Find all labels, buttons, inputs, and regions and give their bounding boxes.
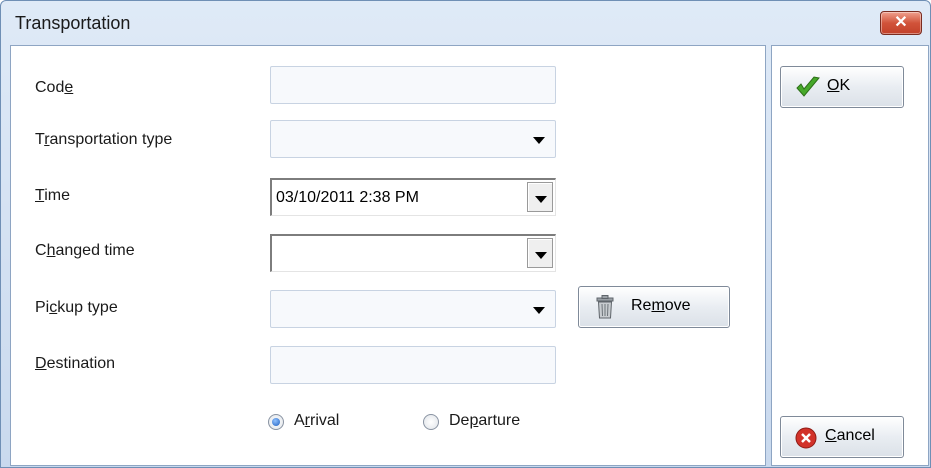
changed-time-dropdown-button[interactable] <box>527 238 553 268</box>
time-value: 03/10/2011 2:38 PM <box>276 189 419 206</box>
chevron-down-icon <box>535 252 547 259</box>
radio-unselected-icon <box>423 414 439 430</box>
cancel-button[interactable]: Cancel <box>780 416 904 458</box>
form-panel: Code Transportation type Time 03/10/2011… <box>10 45 766 466</box>
trash-icon <box>596 295 614 319</box>
chevron-down-icon <box>535 196 547 203</box>
code-label: Code <box>35 79 74 96</box>
transportation-type-label: Transportation type <box>35 131 173 148</box>
destination-label: Destination <box>35 355 116 372</box>
pickup-type-dropdown[interactable] <box>270 290 556 328</box>
destination-input[interactable] <box>270 346 556 384</box>
transportation-dialog: Transportation ✕ Code Transportation typ… <box>0 0 931 468</box>
radio-selected-icon <box>268 414 284 430</box>
departure-label: Departure <box>449 412 521 429</box>
changed-time-picker[interactable] <box>270 234 556 272</box>
window-title: Transportation <box>15 13 131 33</box>
title-bar: Transportation ✕ <box>1 1 930 45</box>
changed-time-label: Changed time <box>35 242 135 259</box>
arrival-label: Arrival <box>294 412 340 429</box>
time-picker[interactable]: 03/10/2011 2:38 PM <box>270 178 556 216</box>
action-panel: OK Cancel <box>771 45 929 466</box>
close-button[interactable]: ✕ <box>880 11 922 35</box>
time-label: Time <box>35 187 70 204</box>
remove-button[interactable]: Remove <box>578 286 730 328</box>
chevron-down-icon <box>533 307 545 314</box>
cancel-icon <box>795 427 817 449</box>
cancel-button-label: Cancel <box>825 427 875 444</box>
pickup-type-label: Pickup type <box>35 299 118 316</box>
ok-button[interactable]: OK <box>780 66 904 108</box>
close-icon: ✕ <box>894 14 908 31</box>
checkmark-icon <box>796 76 820 97</box>
chevron-down-icon <box>533 137 545 144</box>
code-input[interactable] <box>270 66 556 104</box>
time-dropdown-button[interactable] <box>527 182 553 212</box>
transportation-type-dropdown[interactable] <box>270 120 556 158</box>
remove-button-label: Remove <box>631 297 691 314</box>
ok-button-label: OK <box>827 77 851 94</box>
